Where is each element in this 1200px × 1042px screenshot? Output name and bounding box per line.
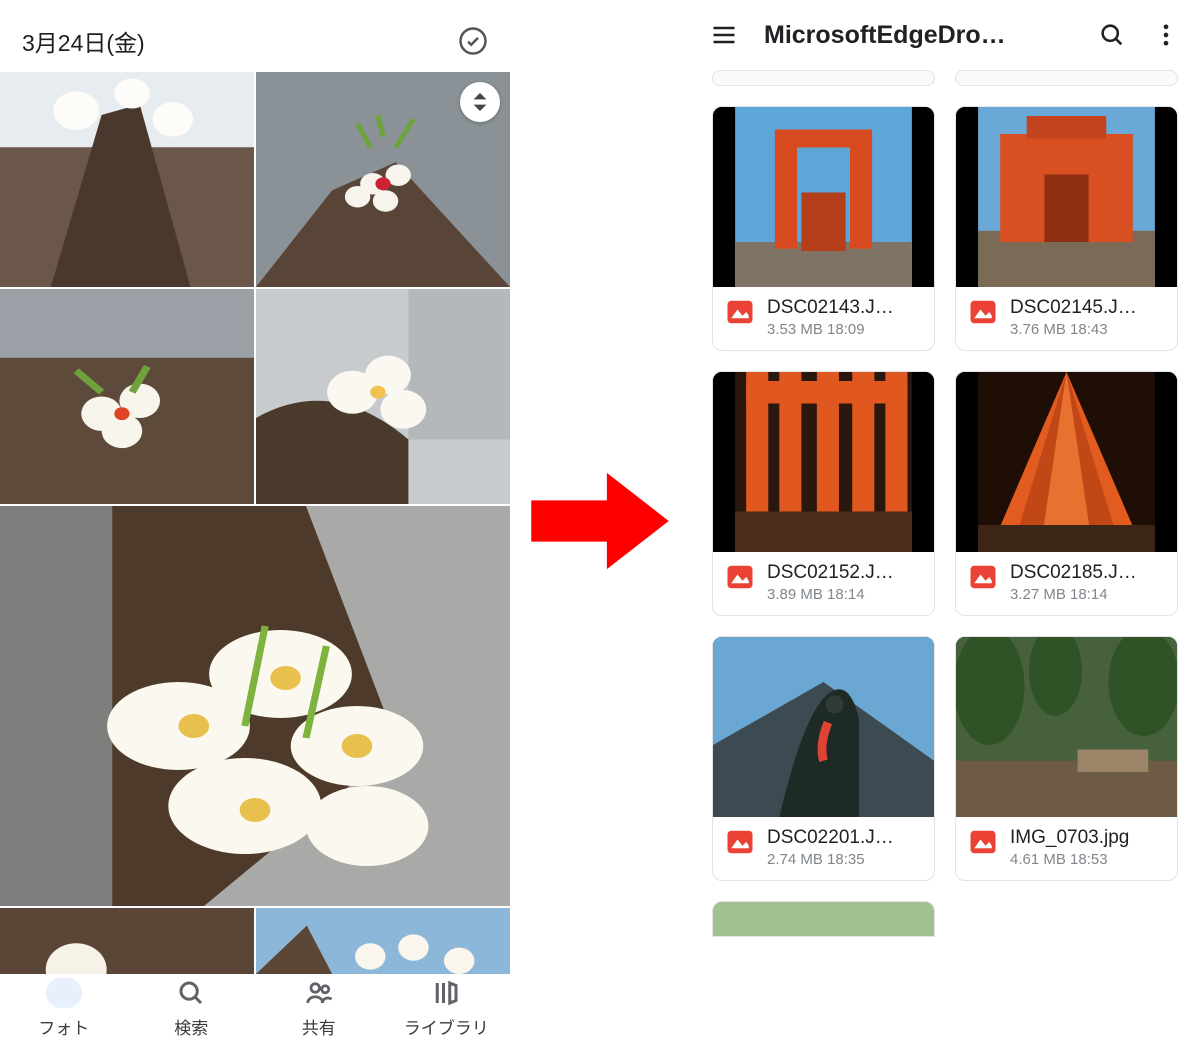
transition-arrow <box>510 466 690 576</box>
file-thumbnail <box>956 107 1177 287</box>
photo-tile[interactable] <box>0 908 254 974</box>
file-card[interactable]: IMG_0703.jpg 4.61 MB 18:53 <box>955 636 1178 881</box>
bottom-nav: フォト 検索 共有 ライブラリ <box>0 974 510 1042</box>
file-sub: 2.74 MB 18:35 <box>767 851 922 868</box>
image-filetype-icon <box>968 297 998 327</box>
file-sub: 3.27 MB 18:14 <box>1010 586 1165 603</box>
file-list[interactable]: DSC02143.J… 3.53 MB 18:09 DSC02145.J… 3.… <box>690 70 1200 1042</box>
more-icon[interactable] <box>1152 21 1180 49</box>
file-card-peek[interactable] <box>712 901 935 937</box>
nav-label: フォト <box>38 1014 89 1039</box>
file-card[interactable]: DSC02185.J… 3.27 MB 18:14 <box>955 371 1178 616</box>
files-header: MicrosoftEdgeDro… <box>690 0 1200 70</box>
file-name: DSC02143.J… <box>767 297 922 319</box>
photo-icon <box>46 978 82 1008</box>
nav-label: ライブラリ <box>404 1014 489 1039</box>
file-card[interactable]: DSC02201.J… 2.74 MB 18:35 <box>712 636 935 881</box>
menu-icon[interactable] <box>710 21 738 49</box>
file-sub: 3.89 MB 18:14 <box>767 586 922 603</box>
file-sub: 3.76 MB 18:43 <box>1010 321 1165 338</box>
row-stub <box>712 70 1178 86</box>
file-sub: 4.61 MB 18:53 <box>1010 851 1165 868</box>
image-filetype-icon <box>725 827 755 857</box>
file-name: DSC02152.J… <box>767 562 922 584</box>
files-app: MicrosoftEdgeDro… DSC02143.J… 3. <box>690 0 1200 1042</box>
photos-app: 3月24日(金) <box>0 0 510 1042</box>
image-filetype-icon <box>968 562 998 592</box>
file-thumbnail <box>956 637 1177 817</box>
file-card[interactable]: DSC02152.J… 3.89 MB 18:14 <box>712 371 935 616</box>
file-thumbnail <box>956 372 1177 552</box>
photo-tile[interactable] <box>256 72 510 287</box>
date-heading: 3月24日(金) <box>22 24 145 58</box>
photo-grid <box>0 72 510 974</box>
file-thumbnail <box>713 107 934 287</box>
file-card[interactable]: DSC02145.J… 3.76 MB 18:43 <box>955 106 1178 351</box>
nav-share[interactable]: 共有 <box>255 974 383 1042</box>
file-name: DSC02185.J… <box>1010 562 1165 584</box>
photo-tile[interactable] <box>0 72 254 287</box>
search-icon[interactable] <box>1098 21 1126 49</box>
file-name: DSC02201.J… <box>767 827 922 849</box>
file-name: IMG_0703.jpg <box>1010 827 1165 849</box>
nav-search[interactable]: 検索 <box>128 974 256 1042</box>
file-thumbnail <box>713 372 934 552</box>
photo-tile[interactable] <box>256 289 510 504</box>
image-filetype-icon <box>968 827 998 857</box>
photo-tile[interactable] <box>256 908 510 974</box>
fast-scroll-handle[interactable] <box>460 82 500 122</box>
photo-tile[interactable] <box>0 289 254 504</box>
nav-label: 検索 <box>174 1014 208 1039</box>
file-card[interactable]: DSC02143.J… 3.53 MB 18:09 <box>712 106 935 351</box>
folder-title: MicrosoftEdgeDro… <box>764 21 1072 50</box>
nav-library[interactable]: ライブラリ <box>383 974 511 1042</box>
library-icon <box>431 978 461 1008</box>
file-sub: 3.53 MB 18:09 <box>767 321 922 338</box>
photos-header: 3月24日(金) <box>0 0 510 72</box>
image-filetype-icon <box>725 297 755 327</box>
nav-label: 共有 <box>302 1014 336 1039</box>
nav-photos[interactable]: フォト <box>0 974 128 1042</box>
image-filetype-icon <box>725 562 755 592</box>
people-icon <box>304 978 334 1008</box>
search-icon <box>176 978 206 1008</box>
file-thumbnail <box>713 637 934 817</box>
select-all-icon[interactable] <box>458 26 488 56</box>
photo-tile[interactable] <box>0 506 510 906</box>
file-name: DSC02145.J… <box>1010 297 1165 319</box>
